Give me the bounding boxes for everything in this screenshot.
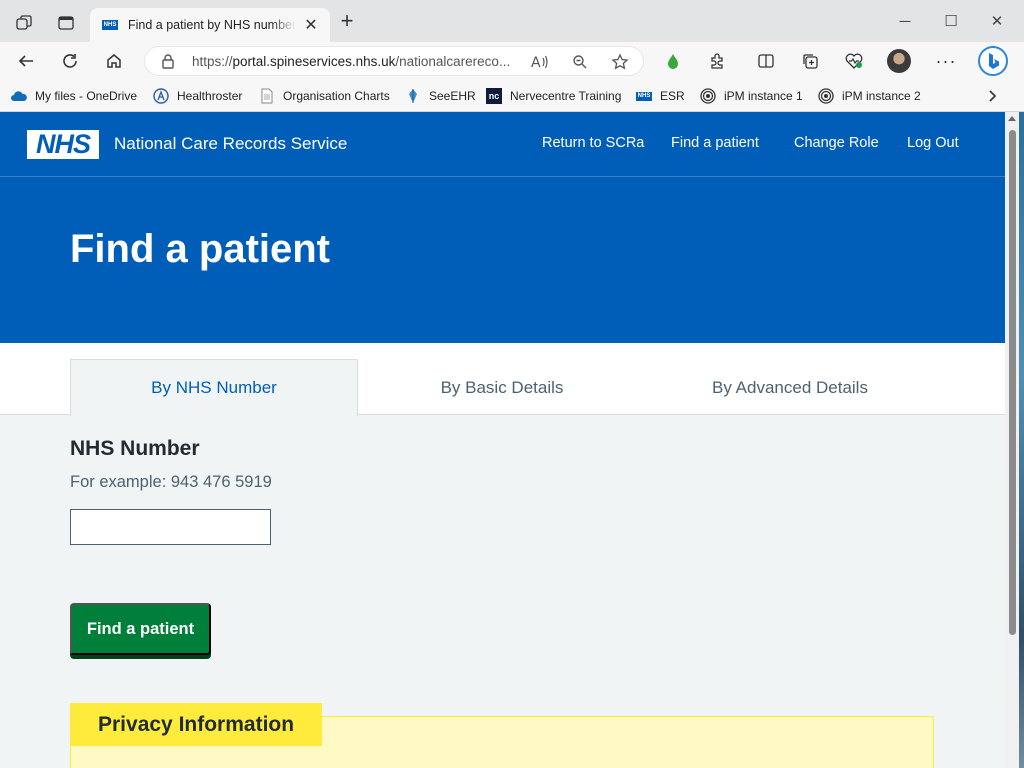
nervecentre-icon: nc: [486, 88, 502, 104]
scroll-thumb[interactable]: [1009, 130, 1016, 635]
bookmark-healthroster[interactable]: Healthroster: [153, 86, 242, 106]
profile-avatar[interactable]: [885, 47, 913, 75]
privacy-information-heading: Privacy Information: [70, 703, 323, 746]
close-window-icon[interactable]: ✕: [974, 8, 1020, 34]
bookmark-onedrive[interactable]: My files - OneDrive: [11, 86, 137, 106]
tab-by-nhs-number[interactable]: By NHS Number: [70, 359, 358, 416]
nhs-number-hint: For example: 943 476 5919: [70, 473, 272, 491]
browser-toolbar: https://portal.spineservices.nhs.uk/nati…: [0, 42, 1024, 80]
more-options-icon[interactable]: ···: [932, 47, 960, 75]
lock-icon[interactable]: [161, 53, 175, 74]
tab-by-advanced-details[interactable]: By Advanced Details: [646, 359, 934, 416]
new-tab-icon[interactable]: +: [335, 8, 359, 33]
healthroster-icon: [153, 88, 169, 104]
bookmark-esr[interactable]: NHS ESR: [636, 86, 685, 106]
minimize-icon[interactable]: ─: [882, 8, 928, 34]
page-viewport: NHS National Care Records Service Return…: [0, 112, 1005, 768]
ipm-icon: [818, 88, 834, 104]
hero-banner: Find a patient: [0, 177, 1005, 343]
nav-find-a-patient[interactable]: Find a patient: [671, 135, 759, 151]
nhs-favicon-icon: NHS: [102, 20, 118, 30]
svg-text:A: A: [531, 55, 541, 70]
bookmark-nervecentre-training[interactable]: nc Nervecentre Training: [486, 86, 621, 106]
nhs-number-label: NHS Number: [70, 437, 200, 460]
favorite-star-icon[interactable]: [609, 51, 631, 73]
bing-copilot-icon[interactable]: [976, 44, 1010, 78]
refresh-icon[interactable]: [56, 47, 84, 75]
document-icon: [259, 88, 275, 104]
find-a-patient-button[interactable]: Find a patient: [70, 603, 211, 655]
nav-change-role[interactable]: Change Role: [794, 135, 879, 151]
bookmark-ipm-instance-1[interactable]: iPM instance 1: [700, 86, 803, 106]
browser-tab-active[interactable]: NHS Find a patient by NHS number - NHS ✕: [90, 8, 330, 42]
scroll-up-icon[interactable]: [1008, 116, 1016, 121]
address-url: https://portal.spineservices.nhs.uk/nati…: [192, 54, 511, 69]
bookmark-seeehr[interactable]: SeeEHR: [405, 86, 476, 106]
service-name[interactable]: National Care Records Service: [114, 134, 347, 154]
bookmark-organisation-charts[interactable]: Organisation Charts: [259, 86, 390, 106]
bookmarks-bar: My files - OneDrive Healthroster Organis…: [0, 80, 1024, 112]
tab-title: Find a patient by NHS number - NHS: [128, 18, 296, 32]
nhs-number-input[interactable]: [70, 509, 271, 545]
workspaces-icon[interactable]: [10, 9, 38, 37]
nhs-icon: NHS: [636, 91, 652, 101]
address-bar[interactable]: https://portal.spineservices.nhs.uk/nati…: [144, 46, 644, 76]
browser-tab-bar: NHS Find a patient by NHS number - NHS ✕…: [0, 0, 1024, 42]
desktop-background-strip: [1019, 112, 1024, 768]
site-header: NHS National Care Records Service Return…: [0, 112, 1005, 177]
zoom-icon[interactable]: [569, 51, 591, 73]
split-screen-icon[interactable]: [752, 47, 780, 75]
close-tab-icon[interactable]: ✕: [302, 15, 320, 35]
extensions-icon[interactable]: [703, 47, 731, 75]
read-aloud-icon[interactable]: A: [529, 51, 551, 73]
tab-actions-icon[interactable]: [52, 9, 80, 37]
ipm-icon: [700, 88, 716, 104]
search-form: NHS Number For example: 943 476 5919 Fin…: [0, 415, 1005, 768]
browser-essentials-icon[interactable]: [840, 47, 868, 75]
bookmark-ipm-instance-2[interactable]: iPM instance 2: [818, 86, 921, 106]
page-scrollbar[interactable]: [1005, 112, 1019, 768]
nhs-logo[interactable]: NHS: [27, 130, 99, 159]
extension-drop-icon[interactable]: [659, 47, 687, 75]
home-icon[interactable]: [100, 47, 128, 75]
collections-icon[interactable]: [796, 47, 824, 75]
page-title: Find a patient: [70, 227, 330, 271]
maximize-icon[interactable]: ☐: [928, 8, 974, 34]
search-tabs: By NHS Number By Basic Details By Advanc…: [0, 343, 1005, 416]
onedrive-icon: [11, 88, 27, 104]
nav-return-to-scra[interactable]: Return to SCRa: [542, 135, 644, 151]
nav-log-out[interactable]: Log Out: [907, 135, 959, 151]
chevron-right-icon[interactable]: [986, 86, 998, 106]
tab-by-basic-details[interactable]: By Basic Details: [358, 359, 646, 416]
seeehr-icon: [405, 88, 421, 104]
back-icon[interactable]: [12, 47, 40, 75]
